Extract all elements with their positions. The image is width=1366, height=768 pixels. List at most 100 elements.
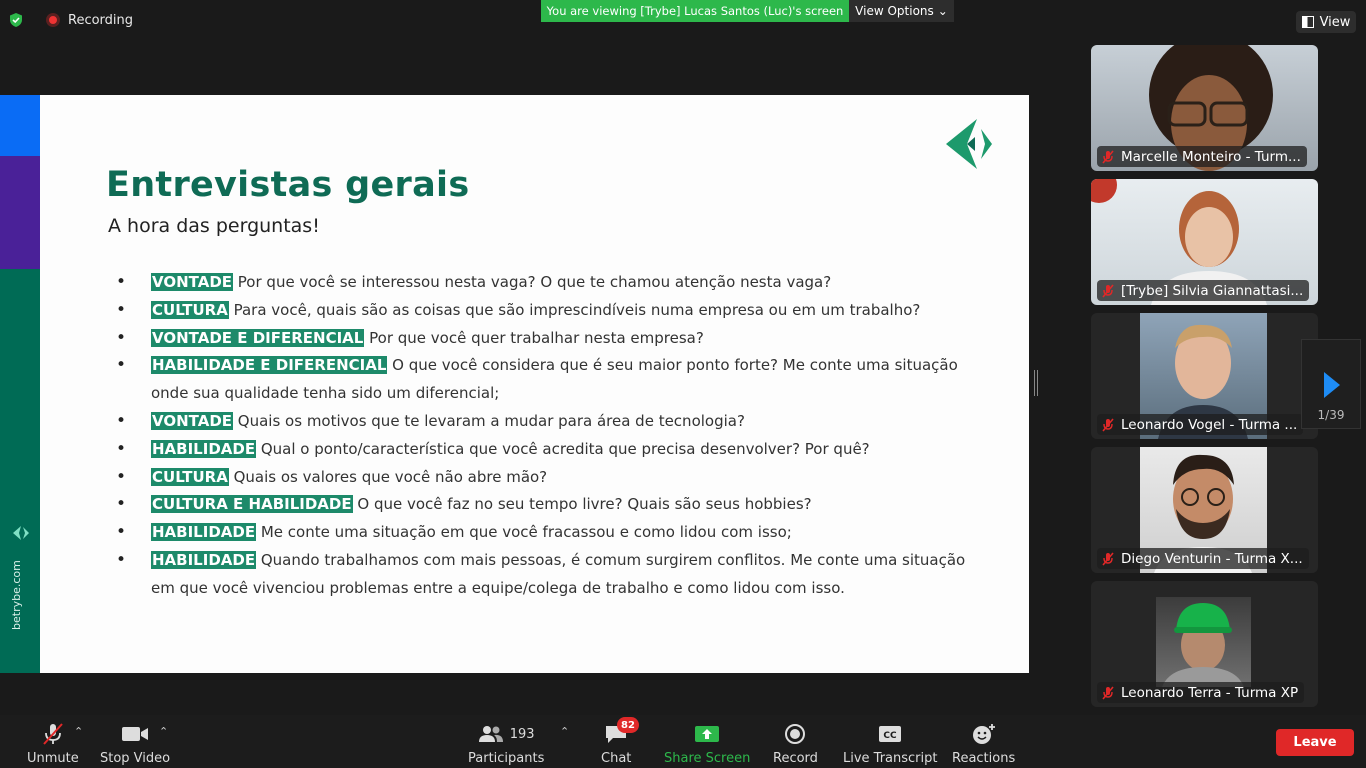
question-text: Quais os valores que você não abre mão? <box>228 467 548 486</box>
category-tag: HABILIDADE E DIFERENCIAL <box>151 356 388 375</box>
unmute-button[interactable]: Unmute <box>27 723 79 766</box>
view-label: View <box>1319 14 1351 30</box>
slide-content: Entrevistas gerais A hora das perguntas!… <box>40 95 1029 673</box>
participants-options-caret-icon[interactable]: ⌃ <box>560 725 569 738</box>
question-text: Quando trabalhamos com mais pessoas, é c… <box>151 550 966 597</box>
participant-tile[interactable]: [Trybe] Silvia Giannattasi... <box>1091 179 1318 305</box>
smiley-plus-icon <box>971 723 997 745</box>
video-options-caret-icon[interactable]: ⌃ <box>159 725 168 738</box>
live-transcript-button[interactable]: CC Live Transcript <box>843 723 938 766</box>
share-screen-icon <box>694 723 720 745</box>
chat-unread-badge: 82 <box>617 717 639 733</box>
muted-mic-icon <box>41 723 65 745</box>
category-tag: VONTADE <box>151 411 234 430</box>
slide-subtitle: A hora das perguntas! <box>108 215 320 237</box>
category-tag: HABILIDADE <box>151 550 257 569</box>
gallery-next-page-button[interactable]: 1/39 <box>1301 339 1361 429</box>
list-item: HABILIDADE Quando trabalhamos com mais p… <box>116 547 976 603</box>
muted-mic-icon <box>1102 551 1114 566</box>
stop-video-label: Stop Video <box>100 751 171 766</box>
leave-button[interactable]: Leave <box>1276 729 1354 756</box>
category-tag: CULTURA <box>151 300 229 319</box>
question-text: Por que você quer trabalhar nesta empres… <box>364 328 704 347</box>
question-text: O que você faz no seu tempo livre? Quais… <box>352 495 812 514</box>
recording-dot-icon <box>46 13 60 27</box>
side-url: betrybe.com <box>10 560 23 630</box>
question-text: Me conte uma situação em que você fracas… <box>256 523 792 542</box>
chat-label: Chat <box>601 751 632 766</box>
list-item: VONTADE Por que você se interessou nesta… <box>116 269 976 297</box>
muted-mic-icon <box>1102 417 1114 432</box>
muted-mic-icon <box>1102 685 1114 700</box>
question-text: Quais os motivos que te levaram a mudar … <box>233 411 745 430</box>
participant-name: Leonardo Terra - Turma XP <box>1097 682 1305 703</box>
recording-label: Recording <box>68 12 134 28</box>
recording-indicator[interactable]: Recording <box>46 11 133 29</box>
viewing-banner: You are viewing [Trybe] Lucas Santos (Lu… <box>541 0 849 22</box>
reactions-label: Reactions <box>952 751 1016 766</box>
muted-mic-icon <box>1102 149 1114 164</box>
list-item: HABILIDADE Qual o ponto/característica q… <box>116 436 976 464</box>
participants-label: Participants <box>468 751 545 766</box>
participant-name-label: Leonardo Terra - Turma XP <box>1121 684 1299 701</box>
layout-icon <box>1301 16 1314 28</box>
participant-tile[interactable]: Leonardo Terra - Turma XP <box>1091 581 1318 707</box>
view-options-label: View Options <box>855 4 934 18</box>
list-item: HABILIDADE E DIFERENCIAL O que você cons… <box>116 352 976 408</box>
question-text: Para você, quais são as coisas que são i… <box>228 300 921 319</box>
reactions-button[interactable]: Reactions <box>952 723 1015 766</box>
top-bar: Recording You are viewing [Trybe] Lucas … <box>0 0 1366 40</box>
question-text: Qual o ponto/característica que você acr… <box>256 439 870 458</box>
video-camera-icon <box>121 723 149 745</box>
category-tag: CULTURA E HABILIDADE <box>151 495 353 514</box>
participant-name: [Trybe] Silvia Giannattasi... <box>1097 280 1310 301</box>
closed-captions-icon: CC <box>878 723 902 745</box>
question-list: VONTADE Por que você se interessou nesta… <box>116 269 976 603</box>
question-text: Por que você se interessou nesta vaga? O… <box>233 273 832 291</box>
participant-name-label: [Trybe] Silvia Giannattasi... <box>1121 282 1304 299</box>
view-options-button[interactable]: View Options ⌄ <box>849 0 954 22</box>
list-item: VONTADE Quais os motivos que te levaram … <box>116 408 976 436</box>
participant-name-label: Diego Venturin - Turma X... <box>1121 550 1303 567</box>
category-tag: VONTADE <box>151 273 234 291</box>
panel-resize-handle[interactable] <box>1034 370 1038 396</box>
view-button[interactable]: View <box>1296 11 1356 33</box>
participant-name: Diego Venturin - Turma X... <box>1097 548 1309 569</box>
svg-text:CC: CC <box>884 731 898 741</box>
meeting-toolbar: Unmute ⌃ Stop Video ⌃ 193 Participants ⌃… <box>0 715 1366 768</box>
list-item: VONTADE E DIFERENCIAL Por que você quer … <box>116 325 976 353</box>
list-item: CULTURA Quais os valores que você não ab… <box>116 464 976 492</box>
participant-tile[interactable]: Diego Venturin - Turma X... <box>1091 447 1318 573</box>
category-tag: VONTADE E DIFERENCIAL <box>151 328 365 347</box>
list-item: CULTURA Para você, quais são as coisas q… <box>116 297 976 325</box>
share-screen-label: Share Screen <box>664 751 751 766</box>
share-screen-button[interactable]: Share Screen <box>664 723 750 766</box>
audio-options-caret-icon[interactable]: ⌃ <box>74 725 83 738</box>
participant-name: Marcelle Monteiro - Turm... <box>1097 146 1307 167</box>
list-item: HABILIDADE Me conte uma situação em que … <box>116 519 976 547</box>
arrow-right-icon <box>1324 372 1340 398</box>
people-icon <box>478 726 503 742</box>
participants-count: 193 <box>509 726 535 742</box>
record-label: Record <box>773 751 818 766</box>
participant-tile[interactable]: Leonardo Vogel - Turma ... <box>1091 313 1318 439</box>
record-button[interactable]: Record <box>773 723 818 766</box>
shared-screen: betrybe.com Entrevistas gerais A hora da… <box>0 95 1029 673</box>
record-icon <box>784 723 806 745</box>
participant-name: Leonardo Vogel - Turma ... <box>1097 414 1304 435</box>
participant-video <box>1156 597 1251 687</box>
slide-stripe-blue <box>0 95 40 156</box>
category-tag: HABILIDADE <box>151 439 257 458</box>
participant-name-label: Marcelle Monteiro - Turm... <box>1121 148 1301 165</box>
muted-mic-icon <box>1102 283 1114 298</box>
slide-stripe-purple <box>0 156 40 269</box>
participant-avatar <box>1162 603 1244 687</box>
participant-name-label: Leonardo Vogel - Turma ... <box>1121 416 1298 433</box>
gallery-page-count: 1/39 <box>1317 408 1345 422</box>
participant-tile[interactable]: Marcelle Monteiro - Turm... <box>1091 45 1318 171</box>
chevron-down-icon: ⌄ <box>937 4 948 18</box>
participants-button[interactable]: 193 Participants <box>468 723 544 766</box>
participants-icon-wrap: 193 <box>478 723 535 745</box>
list-item: CULTURA E HABILIDADE O que você faz no s… <box>116 491 976 519</box>
encryption-shield-icon[interactable] <box>8 12 24 28</box>
